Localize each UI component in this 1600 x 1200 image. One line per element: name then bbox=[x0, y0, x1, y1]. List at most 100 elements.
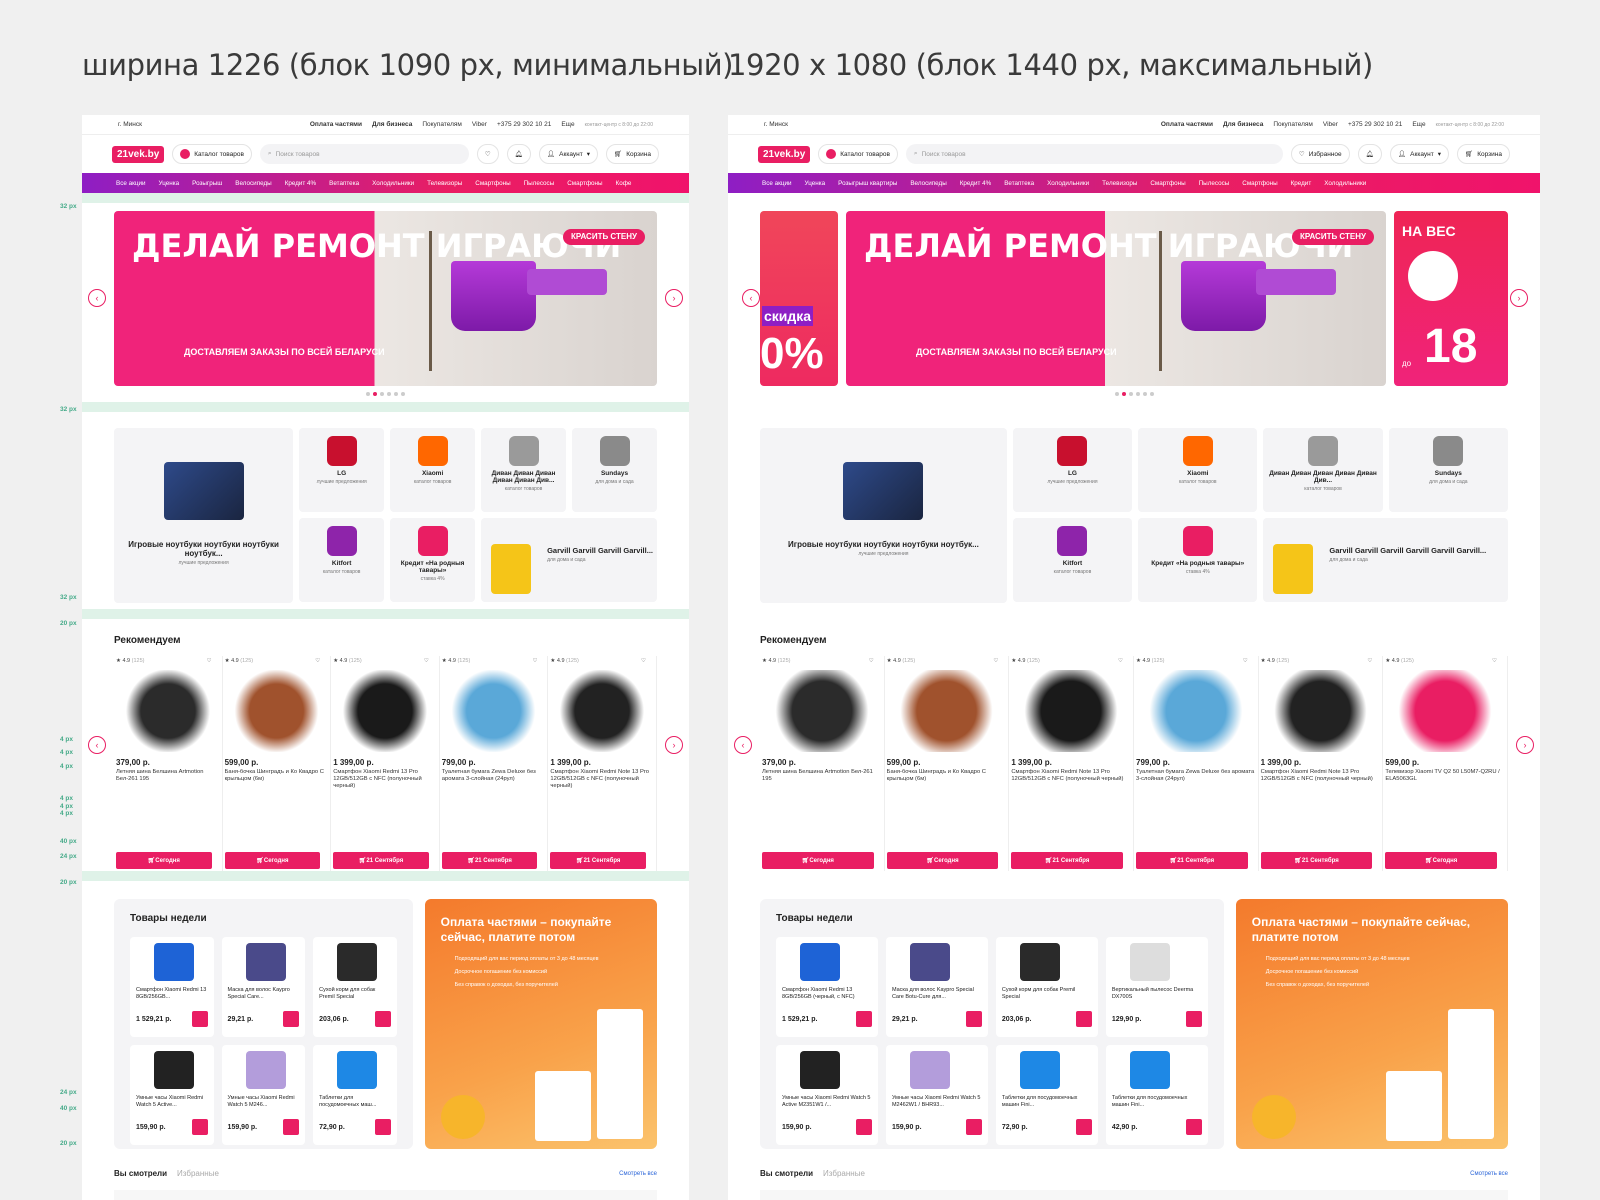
category-item[interactable]: Kitfort каталог товаров bbox=[299, 518, 385, 602]
category-item[interactable]: Xiaomi каталог товаров bbox=[1138, 428, 1258, 512]
see-all-link[interactable]: Смотреть все bbox=[1470, 1171, 1508, 1177]
tab-viewed[interactable]: Вы смотрели bbox=[760, 1169, 813, 1178]
nav-item[interactable]: Смартфоны bbox=[1242, 180, 1277, 187]
product-image[interactable] bbox=[1019, 670, 1123, 752]
installment-promo[interactable]: Оплата частями – покупайте сейчас, плати… bbox=[1235, 899, 1508, 1149]
products-next-arrow[interactable]: › bbox=[1516, 736, 1534, 754]
account-button[interactable]: 👤︎ Аккаунт ▾ bbox=[538, 144, 598, 164]
carousel-prev-arrow[interactable]: ‹ bbox=[88, 289, 106, 307]
cart-icon[interactable] bbox=[283, 1119, 300, 1135]
notifications-button[interactable]: 🔔︎ bbox=[1357, 144, 1382, 164]
banner-tag[interactable]: КРАСИТЬ СТЕНУ bbox=[1291, 229, 1374, 245]
product-name[interactable]: Смартфон Xiaomi Redmi Note 13 Pro 12GB/5… bbox=[1259, 769, 1383, 805]
product-name[interactable]: Смартфон Xiaomi Redmi 13 Pro 12GB/512GB … bbox=[331, 769, 439, 805]
product-name[interactable]: Летняя шина Белшина Artmotion Бел-261 19… bbox=[114, 769, 222, 805]
category-item[interactable]: Кредит «На родныя тавары» ставка 4% bbox=[1138, 518, 1258, 602]
nav-item[interactable]: Розыгрыш bbox=[192, 180, 222, 187]
business-link[interactable]: Для бизнеса bbox=[1223, 121, 1263, 128]
cart-icon[interactable] bbox=[191, 1011, 208, 1027]
heart-icon[interactable]: ♡ bbox=[1492, 658, 1497, 664]
nav-item[interactable]: Кофе bbox=[616, 180, 632, 187]
buyers-menu[interactable]: Покупателям bbox=[1273, 121, 1313, 128]
add-to-cart-button[interactable]: 🛒︎ 21 Сентября bbox=[1136, 852, 1248, 869]
category-garvill[interactable]: Garvill Garvill Garvill Garvill... для до… bbox=[481, 518, 657, 602]
cart-icon[interactable] bbox=[1075, 1119, 1092, 1135]
heart-icon[interactable]: ♡ bbox=[1243, 658, 1248, 664]
product-image[interactable] bbox=[449, 670, 538, 752]
product-image[interactable] bbox=[124, 670, 212, 752]
phone-link[interactable]: +375 29 302 10 21 bbox=[497, 121, 551, 128]
carousel-dots[interactable] bbox=[728, 392, 1540, 396]
add-to-cart-button[interactable]: 🛒︎ 21 Сентября bbox=[550, 852, 646, 869]
more-menu[interactable]: Еще bbox=[561, 121, 574, 128]
carousel-next-arrow[interactable]: › bbox=[1510, 289, 1528, 307]
nav-item[interactable]: Кредит bbox=[1291, 180, 1312, 187]
category-item[interactable]: Диван Диван Диван Диван Диван Див... ката… bbox=[481, 428, 567, 512]
nav-item[interactable]: Телевизоры bbox=[1102, 180, 1137, 187]
nav-item[interactable]: Уценка bbox=[805, 180, 826, 187]
week-product[interactable]: Вертикальный пылесос Deerma DX700S 129,90… bbox=[1105, 937, 1208, 1037]
product-name[interactable]: Смартфон Xiaomi Redmi Note 13 Pro 12GB/5… bbox=[1009, 769, 1133, 805]
product-image[interactable] bbox=[558, 670, 646, 752]
category-item[interactable]: Sundays для дома и сада bbox=[572, 428, 657, 512]
banner-main[interactable]: ДЕЛАЙ РЕМОНТ ИГРАЮЧИ ДОСТАВЛЯЕМ ЗАКАЗЫ П… bbox=[846, 211, 1386, 386]
cart-icon[interactable] bbox=[1185, 1011, 1202, 1027]
product-image[interactable] bbox=[894, 670, 999, 752]
category-laptops[interactable]: Игровые ноутбуки ноутбуки ноутбуки ноутб… bbox=[114, 428, 294, 603]
add-to-cart-button[interactable]: 🛒︎ Сегодня bbox=[1385, 852, 1497, 869]
product-card[interactable]: ★ 4.9 (125) ♡ 379,00 р. Летняя шина Белшина… bbox=[114, 656, 223, 871]
product-card[interactable]: ★ 4.9 (125) ♡ 799,00 р. Туалетная бумага Ze… bbox=[440, 656, 549, 871]
cart-icon[interactable] bbox=[1185, 1119, 1202, 1135]
cart-icon[interactable] bbox=[191, 1119, 208, 1135]
week-product[interactable]: Умные часы Xiaomi Redmi Watch 5 Active..… bbox=[130, 1045, 214, 1145]
nav-item[interactable]: Пылесосы bbox=[1199, 180, 1230, 187]
notifications-button[interactable]: 🔔︎ bbox=[506, 144, 531, 164]
heart-icon[interactable]: ♡ bbox=[207, 658, 212, 664]
week-product[interactable]: Смартфон Xiaomi Redmi 13 8GB/256GB (черн… bbox=[776, 937, 878, 1037]
products-prev-arrow[interactable]: ‹ bbox=[88, 736, 106, 754]
week-product[interactable]: Умные часы Xiaomi Redmi Watch 5 M2462W1 … bbox=[885, 1045, 988, 1145]
product-image[interactable] bbox=[1144, 670, 1248, 752]
banner-prev-slide[interactable]: скидка 0% bbox=[760, 211, 838, 386]
nav-item[interactable]: Смартфоны bbox=[1150, 180, 1185, 187]
add-to-cart-button[interactable]: 🛒︎ 21 Сентября bbox=[1260, 852, 1373, 869]
account-button[interactable]: 👤︎ Аккаунт ▾ bbox=[1389, 144, 1449, 164]
cart-icon[interactable] bbox=[374, 1119, 391, 1135]
product-image[interactable] bbox=[770, 670, 874, 752]
city-link[interactable]: г. Минск bbox=[764, 121, 788, 128]
week-product[interactable]: Сухой корм для собак Premil Special 203,0… bbox=[313, 937, 397, 1037]
catalog-button[interactable]: Каталог товаров bbox=[818, 144, 898, 164]
product-card[interactable]: ★ 4.9 (125) ♡ 599,00 р. Баня-бочка Шинградъ… bbox=[223, 656, 332, 871]
installment-link[interactable]: Оплата частями bbox=[1161, 121, 1213, 128]
nav-item[interactable]: Ветаптека bbox=[1004, 180, 1034, 187]
logo[interactable]: 21vek.by bbox=[758, 145, 811, 163]
catalog-button[interactable]: Каталог товаров bbox=[172, 144, 252, 164]
category-item[interactable]: Xiaomi каталог товаров bbox=[390, 428, 476, 512]
installment-promo[interactable]: Оплата частями – покупайте сейчас, плати… bbox=[424, 899, 657, 1149]
banner-next-slide[interactable]: НА ВЕС до 18 bbox=[1394, 211, 1508, 386]
favorites-button[interactable]: ♡ Избранное bbox=[1290, 144, 1350, 164]
nav-item[interactable]: Смартфоны bbox=[475, 180, 510, 187]
product-card[interactable]: ★ 4.9 (125) ♡ 379,00 р. Летняя шина Белшина… bbox=[760, 656, 885, 871]
cart-button[interactable]: 🛒︎ Корзина bbox=[605, 144, 659, 164]
category-item[interactable]: LG лучшие предложения bbox=[299, 428, 385, 512]
nav-item[interactable]: Велосипеды bbox=[910, 180, 946, 187]
product-card[interactable]: ★ 4.9 (125) ♡ 1 399,00 р. Смартфон Xiaomi R… bbox=[1259, 656, 1384, 871]
heart-icon[interactable]: ♡ bbox=[641, 658, 646, 664]
business-link[interactable]: Для бизнеса bbox=[372, 121, 412, 128]
cart-icon[interactable] bbox=[855, 1011, 872, 1027]
week-product[interactable]: Маска для волос Kaypro Special Care Botu… bbox=[885, 937, 988, 1037]
heart-icon[interactable]: ♡ bbox=[315, 658, 320, 664]
carousel-next-arrow[interactable]: › bbox=[665, 289, 683, 307]
tab-favorites[interactable]: Избранные bbox=[823, 1169, 865, 1178]
nav-item[interactable]: Холодильники bbox=[1324, 180, 1366, 187]
product-image[interactable] bbox=[232, 670, 321, 752]
heart-icon[interactable]: ♡ bbox=[532, 658, 537, 664]
logo[interactable]: 21vek.by bbox=[112, 145, 165, 163]
banner-main[interactable]: ДЕЛАЙ РЕМОНТ ИГРАЮЧИ ДОСТАВЛЯЕМ ЗАКАЗЫ П… bbox=[114, 211, 657, 386]
product-card[interactable]: ★ 4.9 (125) ♡ 799,00 р. Туалетная бумага Ze… bbox=[1134, 656, 1259, 871]
product-card[interactable]: ★ 4.9 (125) ♡ 599,00 р. Баня-бочка Шинградъ… bbox=[885, 656, 1010, 871]
nav-item[interactable]: Все акции bbox=[116, 180, 146, 187]
cart-icon[interactable] bbox=[965, 1119, 982, 1135]
more-menu[interactable]: Еще bbox=[1412, 121, 1425, 128]
